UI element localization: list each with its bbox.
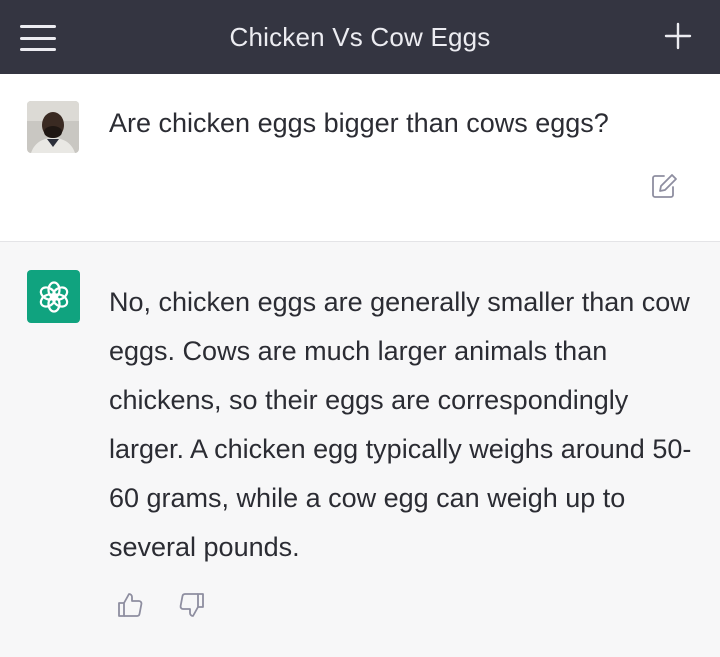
chat-title: Chicken Vs Cow Eggs: [229, 21, 491, 52]
user-message-row: [0, 74, 720, 242]
edit-icon[interactable]: [650, 172, 680, 200]
hamburger-menu-icon[interactable]: [18, 22, 58, 54]
assistant-message-text: No, chicken eggs are generally smaller t…: [109, 287, 692, 562]
thumbs-down-icon[interactable]: [177, 590, 207, 620]
user-avatar: [27, 101, 79, 153]
plus-icon[interactable]: [660, 18, 696, 54]
chatgpt-logo-icon: [27, 270, 80, 323]
user-message-text: Are chicken eggs bigger than cows eggs?: [109, 108, 609, 138]
top-bar: Chicken Vs Cow Eggs: [0, 0, 720, 74]
thumbs-up-icon[interactable]: [115, 590, 145, 620]
